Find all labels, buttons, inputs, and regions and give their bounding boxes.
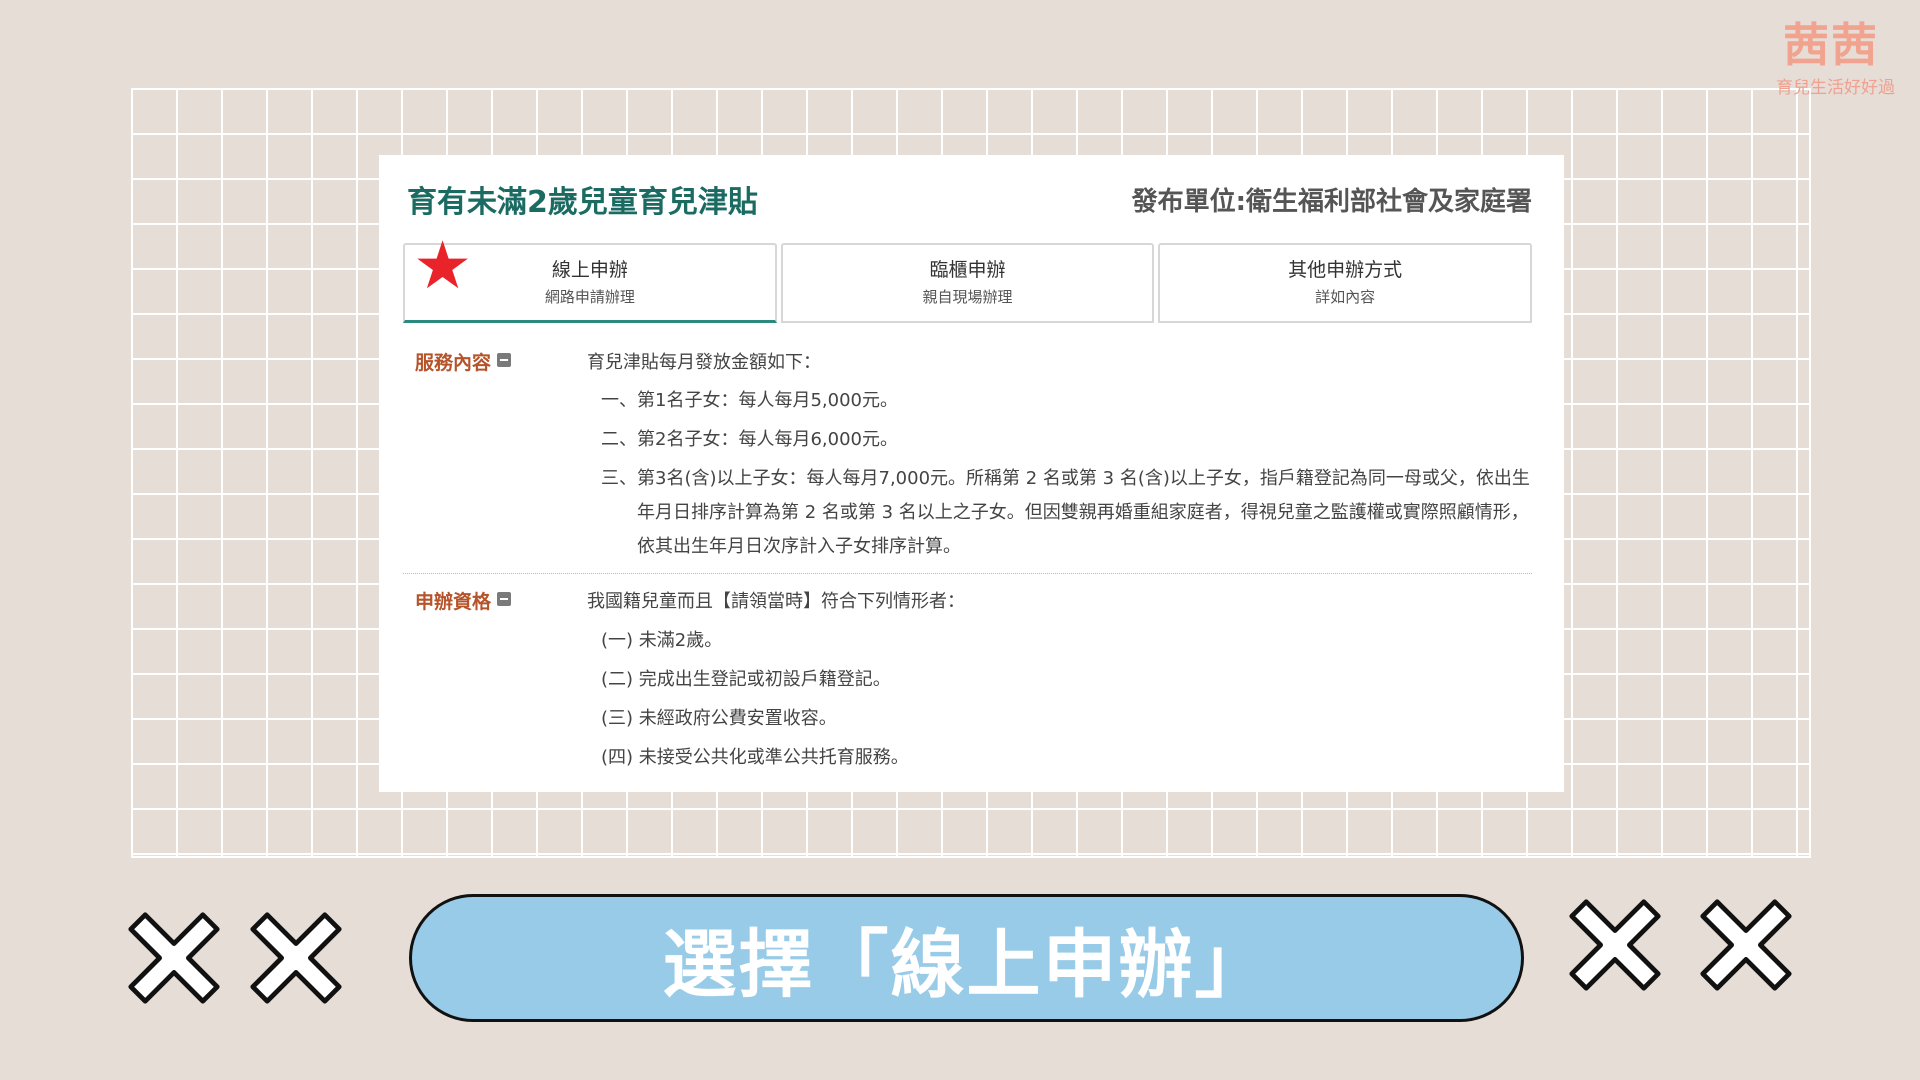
list-item: (一) 未滿2歲。 bbox=[601, 630, 723, 651]
page-title: 育有未滿2歲兒童育兒津貼 bbox=[407, 185, 758, 220]
tab-online-application[interactable]: ★ 線上申辦 網路申請辦理 bbox=[403, 231, 777, 323]
section-label: 服務內容 bbox=[415, 352, 492, 374]
eligibility-section: 申辦資格 我國籍兒童而且【請領當時】符合下列情形者： (一) 未滿2歲。 (二)… bbox=[403, 574, 1532, 785]
application-tabs: ★ 線上申辦 網路申請辦理 臨櫃申辦 親自現場辦理 其他申辦方式 詳如內容 bbox=[403, 231, 1533, 323]
tab-sublabel: 親自現場辦理 bbox=[922, 288, 1013, 306]
card-header: 育有未滿2歲兒童育兒津貼 發布單位:衛生福利部社會及家庭署 bbox=[403, 155, 1532, 243]
publisher-label: 發布單位:衛生福利部社會及家庭署 bbox=[1131, 186, 1532, 217]
eligibility-toggle[interactable]: 申辦資格 bbox=[403, 590, 587, 785]
subsidy-info-card: 育有未滿2歲兒童育兒津貼 發布單位:衛生福利部社會及家庭署 ★ 線上申辦 網路申… bbox=[379, 155, 1564, 792]
eligibility-body: 我國籍兒童而且【請領當時】符合下列情形者： (一) 未滿2歲。 (二) 完成出生… bbox=[587, 590, 1532, 785]
x-cross-icon bbox=[1569, 899, 1661, 991]
minus-square-icon[interactable] bbox=[497, 592, 512, 606]
x-cross-icon bbox=[128, 912, 220, 1004]
list-item: (三) 未經政府公費安置收容。 bbox=[601, 708, 837, 729]
star-icon: ★ bbox=[413, 227, 473, 304]
list-item: 一、第1名子女：每人每月5,000元。 bbox=[601, 390, 898, 411]
list-item-text: 第3名(含)以上子女：每人每月7,000元。所稱第 2 名或第 3 名(含)以上… bbox=[637, 468, 1530, 557]
service-lead: 育兒津貼每月發放金額如下： bbox=[587, 352, 821, 373]
list-item-prefix: 三、 bbox=[601, 468, 637, 489]
tab-other-methods[interactable]: 其他申辦方式 詳如內容 bbox=[1158, 243, 1533, 323]
tab-counter-application[interactable]: 臨櫃申辦 親自現場辦理 bbox=[780, 243, 1155, 323]
x-cross-icon bbox=[1700, 899, 1792, 991]
service-content-body: 育兒津貼每月發放金額如下： 一、第1名子女：每人每月5,000元。 二、第2名子… bbox=[587, 351, 1532, 564]
logo-mark: 茜茜 bbox=[1783, 18, 1879, 72]
tab-label: 其他申辦方式 bbox=[1288, 259, 1403, 281]
banner-text: 選擇「線上申辦」 bbox=[662, 921, 1271, 1008]
brand-logo: 茜茜 育兒生活好好過 bbox=[1776, 14, 1895, 114]
list-item: (二) 完成出生登記或初設戶籍登記。 bbox=[601, 669, 891, 690]
section-label: 申辦資格 bbox=[415, 591, 492, 613]
instruction-banner: 選擇「線上申辦」 bbox=[409, 894, 1524, 1022]
list-item: (四) 未接受公共化或準公共托育服務。 bbox=[601, 747, 909, 768]
service-content-section: 服務內容 育兒津貼每月發放金額如下： 一、第1名子女：每人每月5,000元。 二… bbox=[403, 323, 1532, 564]
logo-tagline: 育兒生活好好過 bbox=[1776, 78, 1895, 98]
minus-square-icon[interactable] bbox=[497, 353, 512, 367]
list-item: 三、 第3名(含)以上子女：每人每月7,000元。所稱第 2 名或第 3 名(含… bbox=[587, 462, 1532, 564]
service-content-toggle[interactable]: 服務內容 bbox=[403, 351, 587, 564]
tab-label: 臨櫃申辦 bbox=[929, 259, 1006, 281]
tab-sublabel: 詳如內容 bbox=[1315, 288, 1376, 306]
eligibility-lead: 我國籍兒童而且【請領當時】符合下列情形者： bbox=[587, 591, 965, 612]
x-cross-icon bbox=[250, 912, 342, 1004]
list-item: 二、第2名子女：每人每月6,000元。 bbox=[601, 429, 898, 450]
